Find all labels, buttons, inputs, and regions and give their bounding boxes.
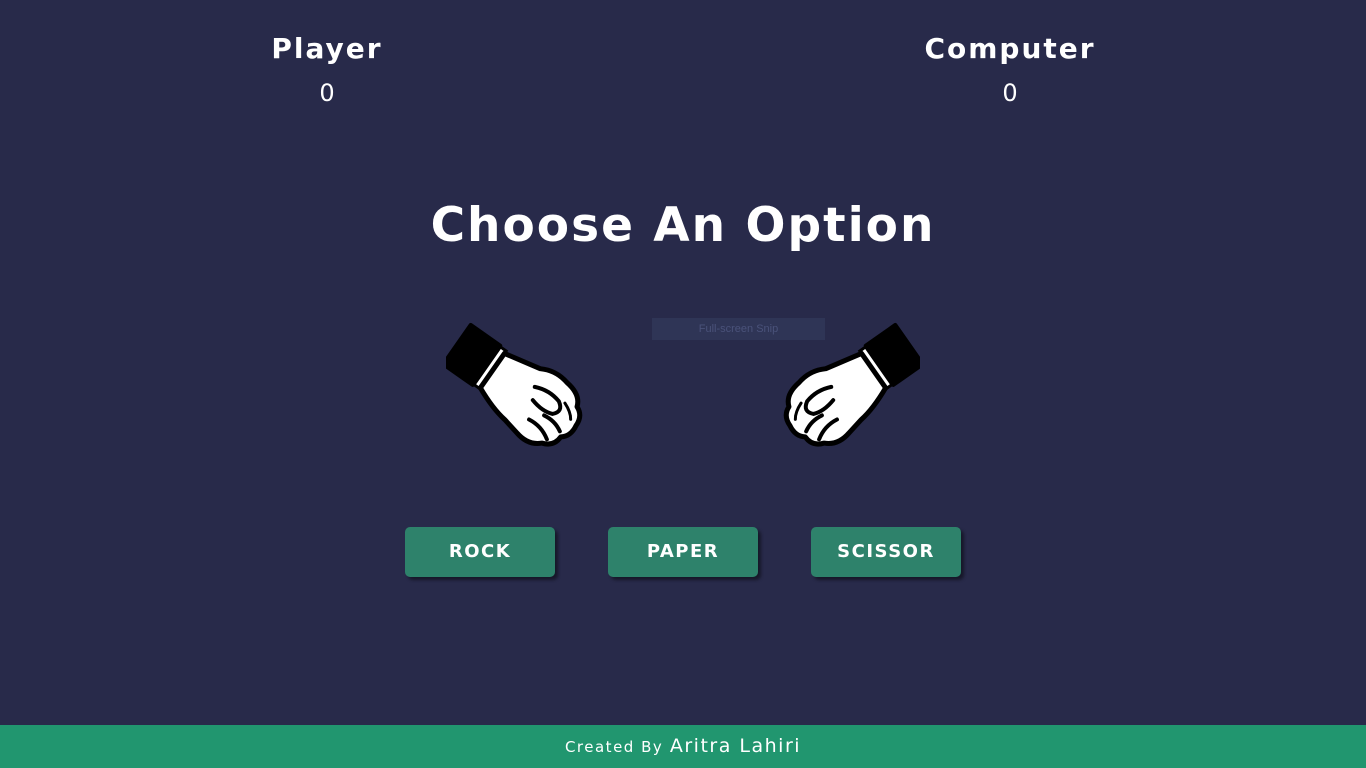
game-screen: Player 0 Computer 0 Choose An Option Ful… bbox=[0, 0, 1366, 768]
footer: Created By Aritra Lahiri bbox=[0, 725, 1366, 768]
computer-score-panel: Computer 0 bbox=[860, 30, 1160, 108]
player-score-panel: Player 0 bbox=[177, 30, 477, 108]
scissor-button[interactable]: SCISSOR bbox=[811, 527, 961, 577]
footer-author-name: Aritra Lahiri bbox=[669, 735, 802, 757]
snip-tooltip: Full-screen Snip bbox=[652, 318, 825, 340]
footer-credit-prefix: Created By bbox=[564, 738, 664, 756]
rock-button[interactable]: ROCK bbox=[405, 527, 555, 577]
choice-buttons: ROCK PAPER SCISSOR bbox=[405, 527, 965, 579]
choose-option-heading: Choose An Option bbox=[430, 198, 936, 253]
computer-label: Computer bbox=[924, 32, 1096, 65]
player-score: 0 bbox=[319, 79, 335, 107]
paper-button[interactable]: PAPER bbox=[608, 527, 758, 577]
computer-score: 0 bbox=[1002, 79, 1018, 107]
player-fist-icon bbox=[441, 318, 616, 470]
player-label: Player bbox=[271, 32, 383, 65]
computer-fist-icon bbox=[750, 318, 925, 470]
